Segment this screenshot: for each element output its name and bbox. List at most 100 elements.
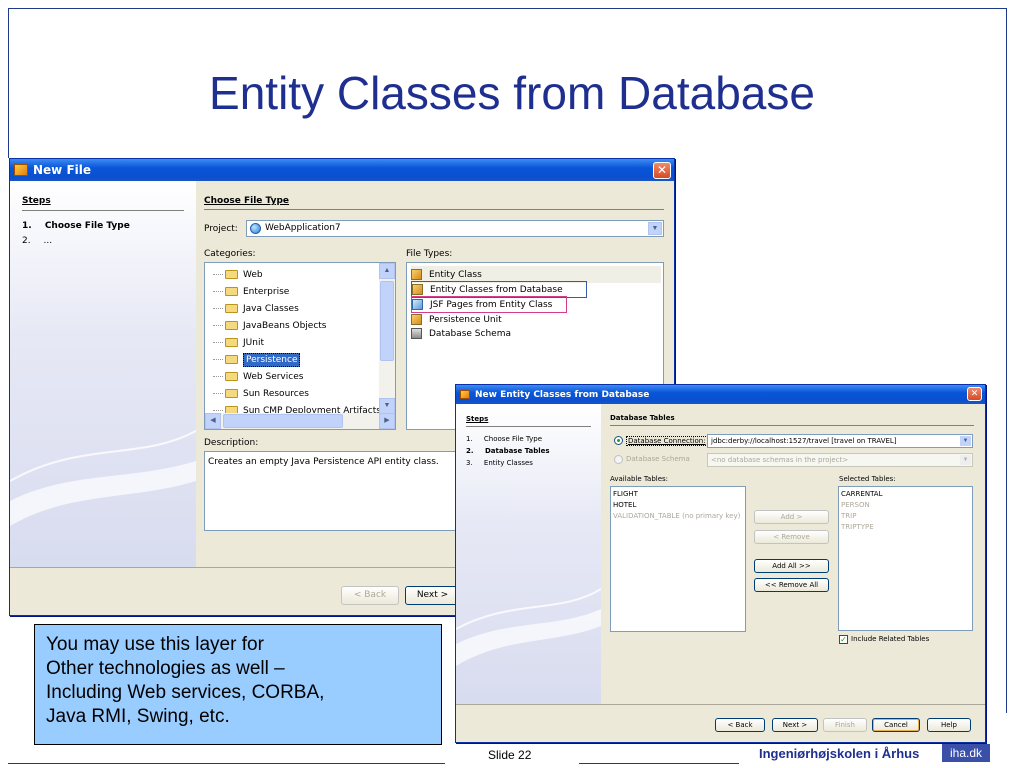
remove-all-button[interactable]: << Remove All: [754, 578, 829, 592]
file-type-db-schema[interactable]: Database Schema: [411, 325, 511, 342]
remove-button[interactable]: < Remove: [754, 530, 829, 544]
scroll-down-icon[interactable]: ▼: [379, 398, 395, 414]
step-1: 1. Choose File Type: [22, 221, 130, 231]
file-type-label: Persistence Unit: [429, 314, 502, 325]
category-label: JUnit: [243, 337, 264, 348]
add-all-button[interactable]: Add All >>: [754, 559, 829, 573]
available-table-hotel[interactable]: HOTEL: [613, 501, 636, 509]
folder-icon: [225, 287, 238, 296]
category-label: Sun Resources: [243, 388, 309, 399]
db-connection-value: jdbc:derby://localhost:1527/travel [trav…: [711, 437, 897, 445]
entity-class-icon: [411, 269, 422, 280]
scroll-right-icon[interactable]: ▶: [379, 413, 395, 429]
categories-hscrollbar[interactable]: ◀ ▶: [205, 413, 395, 429]
back-button[interactable]: < Back: [341, 586, 399, 605]
category-label: Web: [243, 269, 263, 280]
db-schema-label: Database Schema: [626, 455, 690, 463]
chevron-down-icon[interactable]: ▼: [960, 455, 971, 465]
steps-header: Steps: [466, 415, 489, 423]
category-web-services[interactable]: Web Services: [213, 368, 383, 385]
choose-file-type-heading: Choose File Type: [204, 196, 290, 206]
folder-icon: [225, 270, 238, 279]
new-file-steps-panel: Steps 1. Choose File Type 2. ...: [10, 181, 196, 567]
available-table-flight[interactable]: FLIGHT: [613, 490, 638, 498]
db-connection-combo[interactable]: jdbc:derby://localhost:1527/travel [trav…: [707, 434, 973, 448]
selected-table-triptype[interactable]: TRIPTYPE: [841, 523, 874, 531]
chevron-down-icon[interactable]: ▼: [960, 436, 971, 446]
db-schema-placeholder: <no database schemas in the project>: [711, 456, 849, 464]
database-tables-heading: Database Tables: [610, 414, 675, 422]
category-sun-resources[interactable]: Sun Resources: [213, 385, 383, 402]
step-2-label: ...: [43, 236, 53, 246]
selected-tables-label: Selected Tables:: [839, 475, 896, 483]
scroll-up-icon[interactable]: ▲: [379, 263, 395, 279]
chevron-down-icon[interactable]: ▼: [648, 222, 662, 235]
file-type-label: Entity Class: [429, 269, 482, 280]
category-web[interactable]: Web: [213, 266, 383, 283]
category-javabeans[interactable]: JavaBeans Objects: [213, 317, 383, 334]
iha-logo: iha.dk: [942, 744, 990, 762]
add-button[interactable]: Add >: [754, 510, 829, 524]
finish-button[interactable]: Finish: [823, 718, 867, 732]
frame-bottom-mid: [579, 763, 739, 764]
step-1-num: 1.: [466, 435, 473, 443]
folder-icon: [225, 389, 238, 398]
scroll-thumb[interactable]: [380, 281, 394, 361]
globe-icon: [250, 223, 261, 234]
frame-top: [8, 8, 1007, 9]
close-icon[interactable]: ✕: [653, 162, 671, 179]
help-button[interactable]: Help: [927, 718, 971, 732]
next-button[interactable]: Next >: [772, 718, 818, 732]
back-button[interactable]: < Back: [715, 718, 765, 732]
step-3-num: 3.: [466, 459, 473, 467]
hscroll-thumb[interactable]: [223, 414, 343, 428]
category-label: Enterprise: [243, 286, 290, 297]
folder-icon: [225, 321, 238, 330]
category-enterprise[interactable]: Enterprise: [213, 283, 383, 300]
db-connection-label: Database Connection:: [626, 436, 708, 446]
note-line-2: Other technologies as well –: [46, 658, 285, 679]
category-label: Java Classes: [243, 303, 299, 314]
frame-bottom-left: [8, 763, 445, 764]
logo-text: iha.dk: [949, 746, 983, 760]
available-tables-list[interactable]: FLIGHT HOTEL VALIDATION_TABLE (no primar…: [610, 486, 746, 632]
db-connection-radio[interactable]: [614, 436, 623, 445]
folder-icon: [225, 372, 238, 381]
db-schema-radio[interactable]: [614, 455, 623, 464]
folder-icon: [225, 355, 238, 364]
category-java-classes[interactable]: Java Classes: [213, 300, 383, 317]
close-icon[interactable]: ✕: [967, 387, 982, 401]
file-type-label: Entity Classes from Database: [430, 284, 563, 295]
jsf-icon: [412, 299, 423, 310]
new-file-titlebar[interactable]: New File: [10, 159, 674, 181]
category-label: Persistence: [243, 352, 301, 367]
cancel-button[interactable]: Cancel: [872, 718, 920, 732]
selected-table-trip[interactable]: TRIP: [841, 512, 856, 520]
available-table-validation[interactable]: VALIDATION_TABLE (no primary key): [613, 512, 740, 520]
category-persistence[interactable]: Persistence: [213, 351, 383, 368]
selected-table-person[interactable]: PERSON: [841, 501, 870, 509]
database-schema-icon: [411, 328, 422, 339]
persistence-unit-icon: [411, 314, 422, 325]
folder-icon: [225, 338, 238, 347]
project-combo[interactable]: WebApplication7 ▼: [246, 220, 664, 237]
footer-divider: [456, 704, 985, 705]
category-junit[interactable]: JUnit: [213, 334, 383, 351]
available-tables-label: Available Tables:: [610, 475, 669, 483]
school-name: Ingeniørhøjskolen i Århus: [759, 746, 920, 761]
note-line-3: Including Web services, CORBA,: [46, 682, 325, 703]
include-related-label: Include Related Tables: [851, 635, 930, 643]
selected-tables-list[interactable]: CARRENTAL PERSON TRIP TRIPTYPE: [838, 486, 973, 631]
categories-label: Categories:: [204, 249, 256, 259]
entity-titlebar[interactable]: New Entity Classes from Database: [456, 385, 985, 404]
step-2: 2. ...: [22, 236, 52, 246]
file-type-label: Database Schema: [429, 328, 511, 339]
categories-tree[interactable]: Web Enterprise Java Classes JavaBeans Ob…: [204, 262, 396, 430]
categories-vscrollbar[interactable]: ▲ ▼: [379, 263, 395, 414]
entity-classes-dialog: New Entity Classes from Database ✕ Steps…: [455, 384, 986, 743]
next-button[interactable]: Next >: [405, 586, 460, 605]
scroll-left-icon[interactable]: ◀: [205, 413, 221, 429]
include-related-checkbox[interactable]: ✓: [839, 635, 848, 644]
db-schema-combo[interactable]: <no database schemas in the project> ▼: [707, 453, 973, 467]
selected-table-carrental[interactable]: CARRENTAL: [841, 490, 882, 498]
